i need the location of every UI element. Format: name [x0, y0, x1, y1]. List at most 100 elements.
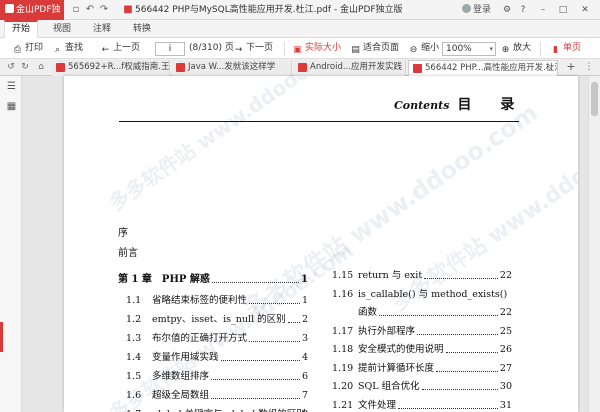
toc-page: 3: [301, 333, 308, 344]
front-matter-preface: 序: [118, 228, 128, 239]
watermark: 多多软件站 www.ddooo.com: [387, 111, 578, 317]
toc-page: 26: [499, 344, 512, 355]
actual-size-icon: ▣: [293, 45, 302, 55]
maximize-icon[interactable]: □: [556, 0, 570, 20]
pdf-file-icon: [298, 63, 307, 72]
tab-view[interactable]: 视图: [46, 20, 78, 38]
scrollbar-thumb[interactable]: [591, 82, 598, 116]
sidebar-collapse-handle[interactable]: [0, 322, 3, 352]
zoom-out-icon: ⊖: [409, 45, 418, 55]
tab-menu-icon[interactable]: ⋮: [584, 61, 594, 73]
toc-entry: 1.15 return 与 exit 22: [332, 269, 512, 283]
doc-tab-label: Java W...发就该这样学: [188, 62, 276, 72]
pdf-file-icon: [56, 63, 65, 72]
login-button[interactable]: 登录: [462, 0, 491, 20]
doc-tab[interactable]: 565692+R...f权威指南.王冬生: [52, 60, 170, 76]
find-button[interactable]: ⌕ 查找: [52, 41, 83, 56]
toc-page: 4: [301, 352, 308, 363]
toc-page: 6: [301, 371, 308, 382]
toc-entry-title: 安全模式的使用说明: [358, 344, 444, 355]
toc-leader: [424, 278, 498, 279]
app-menu-button[interactable]: 金山PDF独立版▾: [0, 0, 64, 35]
contents-heading: Contents 目 录: [394, 94, 526, 114]
arrow-left-icon: ←: [101, 45, 110, 55]
page-total: (8/310) 页: [189, 43, 234, 53]
close-icon[interactable]: ✕: [578, 0, 592, 20]
save-icon[interactable]: ▫: [70, 4, 82, 16]
help-icon[interactable]: ?: [516, 0, 530, 20]
actual-size-button[interactable]: ▣ 实际大小: [292, 41, 341, 56]
outline-icon[interactable]: ☰: [6, 82, 17, 92]
pdf-page: 多多软件站 www.ddooo.com 多多软件站 www.ddooo.com …: [64, 76, 578, 412]
thumbnails-icon[interactable]: ▦: [6, 102, 17, 112]
tab-annotate[interactable]: 注释: [86, 20, 118, 38]
toc-page: 8: [302, 408, 308, 412]
toc-entry: 1.5 多维数组排序 6: [126, 370, 308, 384]
actual-size-label: 实际大小: [305, 43, 342, 53]
toc-leader: [249, 341, 300, 342]
doc-tab-active[interactable]: 566442 PHP...高性能应用开发.杜江 ×: [408, 60, 558, 76]
doc-tab-label: Android...应用开发实践: [310, 62, 402, 72]
vertical-scrollbar[interactable]: [588, 76, 600, 412]
ribbon-tabs: 开始 视图 注释 转换: [0, 20, 600, 38]
zoom-value: 100%: [446, 44, 472, 54]
zoom-in-button[interactable]: ⊕ 放大: [500, 41, 531, 56]
toc-entry-number: 1.4: [126, 352, 142, 363]
toc-entry: 1.18 安全模式的使用说明 26: [332, 343, 512, 357]
toolbar-divider: [284, 42, 285, 56]
toc-page: 7: [301, 390, 308, 401]
settings-icon[interactable]: ⚙: [500, 0, 514, 20]
contents-heading-zh: 目 录: [457, 97, 527, 113]
redo-icon[interactable]: ↷: [98, 4, 110, 16]
toc-leader: [249, 303, 300, 304]
single-page-button[interactable]: ▮ 单页: [550, 41, 581, 56]
toc-leader: [398, 407, 498, 409]
minimize-icon[interactable]: –: [536, 0, 550, 20]
toc-leader: [211, 379, 300, 380]
toc-page: 30: [499, 381, 512, 392]
toc-entry-title: is_callable() 与 method_exists(): [358, 288, 508, 300]
doc-tab[interactable]: Android...应用开发实践: [294, 60, 406, 76]
toc-entry: 1.16 is_callable() 与 method_exists(): [332, 288, 512, 302]
title-bar: 金山PDF独立版▾ ▫ ↶ ↷ ■ 566442 PHP与MySQL高性能应用开…: [0, 0, 600, 35]
toc-leader: [421, 389, 498, 390]
tab-start[interactable]: 开始: [4, 20, 39, 38]
arrow-right-icon: →: [234, 45, 243, 55]
close-icon[interactable]: ×: [547, 61, 554, 75]
undo-icon[interactable]: ↶: [84, 4, 96, 16]
toc-entry-title: 执行外部程序: [358, 325, 416, 337]
watermark: 多多软件站 www.ddooo.com: [104, 76, 358, 216]
print-label: 打印: [25, 43, 44, 53]
tab-convert[interactable]: 转换: [126, 20, 158, 38]
window-title: 566442 PHP与MySQL高性能应用开发.杜江.pdf - 金山PDF独立…: [135, 5, 403, 15]
next-page-label: 下一页: [246, 43, 274, 53]
zoom-out-button[interactable]: ⊖ 缩小: [408, 41, 439, 56]
toc-leader: [379, 315, 498, 316]
zoom-select[interactable]: 100% ▾: [442, 42, 496, 56]
app-logo-icon: [5, 4, 14, 13]
toc-entry: 1.7global 关键字与 global 数组的区别8: [126, 408, 308, 412]
prev-page-button[interactable]: ← 上一页: [100, 41, 140, 56]
zoom-in-label: 放大: [513, 43, 532, 53]
new-tab-icon[interactable]: +: [565, 59, 577, 75]
fit-page-button[interactable]: ▤ 适合页面: [350, 41, 399, 56]
toc-leader: [436, 370, 498, 372]
toc-entry-title: 提前计算循环长度: [358, 362, 435, 374]
print-button[interactable]: ⎙ 打印: [12, 41, 43, 56]
chevron-down-icon: ▾: [489, 45, 493, 53]
doc-tab[interactable]: Java W...发就该这样学: [172, 60, 292, 76]
next-page-button[interactable]: → 下一页: [233, 41, 273, 56]
back-icon[interactable]: ↺: [6, 61, 16, 73]
pdf-file-icon: ■: [123, 4, 133, 15]
search-icon: ⌕: [54, 45, 61, 55]
toc-entry-number: 1.5: [126, 371, 142, 382]
forward-icon[interactable]: ↻: [20, 61, 30, 73]
pdf-file-icon: [413, 64, 422, 73]
left-sidebar: ☰ ▦: [0, 76, 22, 412]
toc-page: 2: [301, 314, 308, 325]
avatar-icon: [462, 4, 471, 13]
page-number-input[interactable]: i: [155, 42, 185, 56]
home-icon[interactable]: ⌂: [36, 61, 46, 73]
toc-leader: [445, 352, 498, 353]
toc-entry-number: 1.20: [332, 381, 354, 392]
